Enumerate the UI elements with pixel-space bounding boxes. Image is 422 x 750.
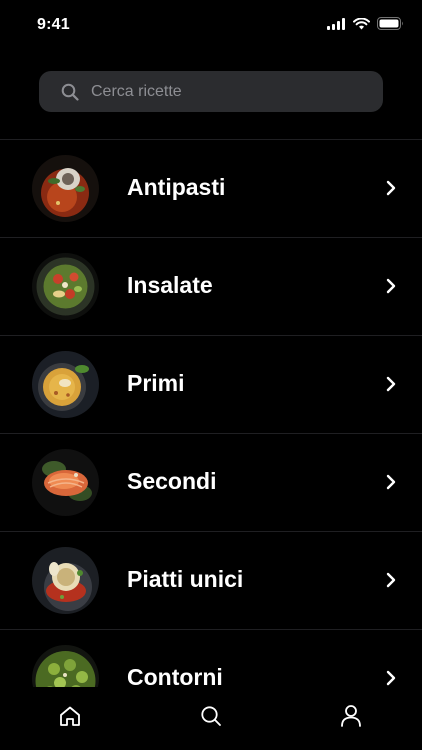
tab-bar	[0, 687, 422, 750]
category-label: Primi	[127, 370, 185, 396]
category-row-primi[interactable]: Primi	[0, 336, 422, 434]
category-row-piatti-unici[interactable]: Piatti unici	[0, 532, 422, 630]
tab-home[interactable]	[57, 703, 83, 729]
category-row-secondi[interactable]: Secondi	[0, 434, 422, 532]
status-time: 9:41	[37, 16, 70, 33]
chevron-right-icon	[386, 572, 396, 588]
category-row-antipasti[interactable]: Antipasti	[0, 140, 422, 238]
search-input[interactable]	[91, 82, 351, 101]
search-bar[interactable]	[39, 71, 383, 112]
category-label: Secondi	[127, 468, 217, 494]
secondi-thumbnail	[32, 449, 99, 516]
category-label: Antipasti	[127, 174, 226, 200]
piatti-unici-thumbnail	[32, 547, 99, 614]
category-list: Antipasti Insalate Primi Secondi Piatti …	[0, 139, 422, 687]
chevron-right-icon	[386, 670, 396, 686]
tab-search[interactable]	[198, 703, 224, 729]
chevron-right-icon	[386, 180, 396, 196]
chevron-right-icon	[386, 376, 396, 392]
insalate-thumbnail	[32, 253, 99, 320]
cellular-signal-icon	[327, 17, 345, 30]
chevron-right-icon	[386, 278, 396, 294]
category-label: Piatti unici	[127, 566, 244, 592]
category-row-insalate[interactable]: Insalate	[0, 238, 422, 336]
status-bar: 9:41	[0, 0, 422, 52]
home-icon	[60, 706, 80, 726]
search-icon	[61, 83, 79, 101]
category-label: Insalate	[127, 272, 213, 298]
primi-thumbnail	[32, 351, 99, 418]
chevron-right-icon	[386, 474, 396, 490]
status-icons	[327, 17, 404, 30]
category-label: Contorni	[127, 664, 223, 687]
category-row-contorni[interactable]: Contorni	[0, 630, 422, 687]
contorni-thumbnail	[32, 645, 99, 687]
wifi-icon	[353, 17, 370, 29]
tab-profile[interactable]	[338, 703, 364, 729]
antipasti-thumbnail	[32, 155, 99, 222]
profile-icon	[341, 705, 361, 727]
battery-icon	[377, 17, 403, 30]
search-icon	[201, 706, 221, 726]
